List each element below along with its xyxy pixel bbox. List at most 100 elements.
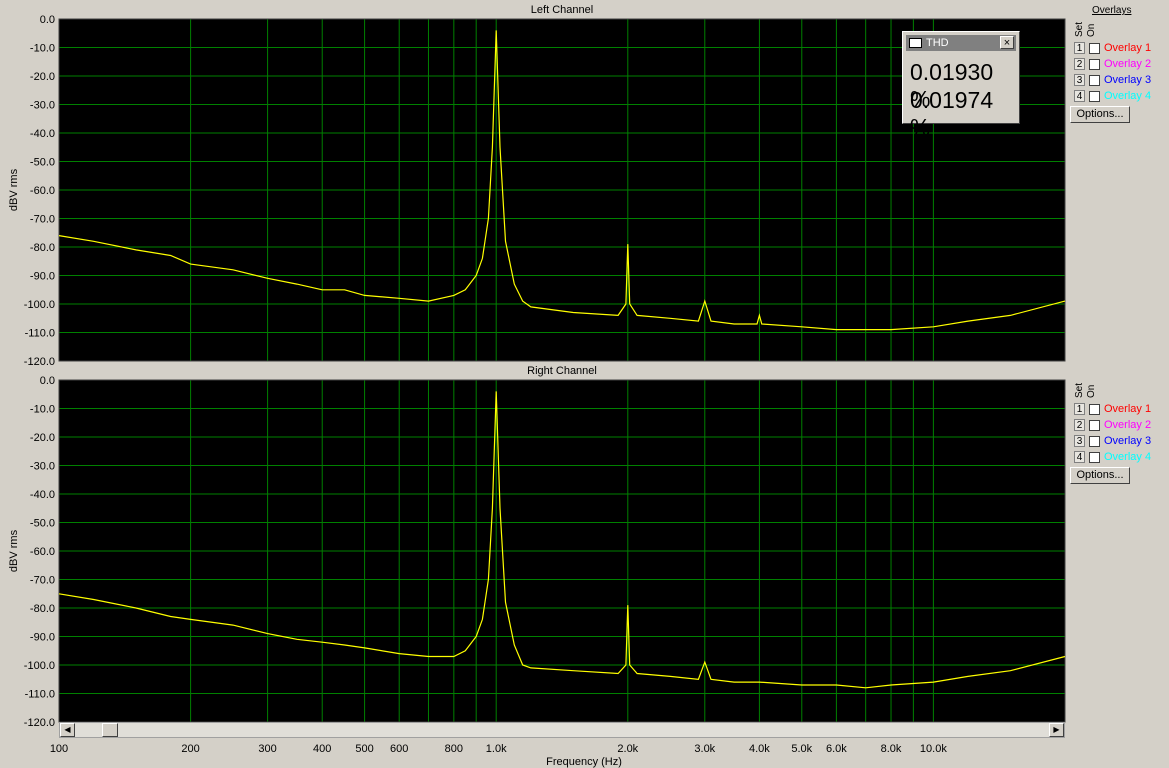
overlay-label: Overlay 4 [1104, 90, 1152, 102]
overlay-checkbox[interactable] [1089, 42, 1100, 54]
sine-wave-icon[interactable] [1038, 22, 1064, 42]
overlay-label: Overlay 1 [1104, 42, 1152, 54]
overlay-panel-left: Overlays Set On 1 Overlay 1 2 Overlay 2 … [1068, 5, 1169, 145]
x-tick-label: 800 [445, 743, 463, 755]
x-tick-label: 500 [355, 743, 373, 755]
overlay-set-button[interactable]: 2 [1074, 58, 1085, 70]
overlay-checkbox[interactable] [1089, 58, 1100, 70]
y-axis-label: dBV rms [8, 168, 20, 211]
scroll-thumb[interactable] [102, 723, 118, 737]
close-icon[interactable]: × [1000, 36, 1014, 49]
y-tick-label: -60.0 [30, 546, 55, 558]
y-tick-label: -120.0 [24, 356, 55, 368]
overlay-label: Overlay 3 [1104, 435, 1152, 447]
overlay-set-button[interactable]: 3 [1074, 435, 1085, 447]
y-tick-label: -90.0 [30, 632, 55, 644]
overlay-label: Overlay 3 [1104, 74, 1152, 86]
y-tick-label: -80.0 [30, 242, 55, 254]
overlay-checkbox[interactable] [1089, 90, 1100, 102]
overlay-checkbox[interactable] [1089, 435, 1100, 447]
x-tick-label: 4.0k [749, 743, 770, 755]
overlay-set-button[interactable]: 1 [1074, 403, 1085, 415]
y-tick-label: -20.0 [30, 71, 55, 83]
overlay-row-1: 1 Overlay 1 [1074, 402, 1151, 416]
y-tick-label: -80.0 [30, 603, 55, 615]
y-tick-label: -110.0 [25, 328, 55, 340]
st-icon[interactable]: S T [1024, 22, 1038, 42]
overlay-checkbox[interactable] [1089, 74, 1100, 86]
overlay-label: Overlay 2 [1104, 419, 1152, 431]
y-tick-label: -100.0 [24, 299, 55, 311]
overlays-heading: Overlays [1092, 5, 1132, 16]
x-tick-label: 1.0k [486, 743, 507, 755]
thd-title: THD [926, 37, 949, 49]
thd-titlebar[interactable]: THD × [906, 35, 1016, 51]
on-column-label: On [1086, 384, 1097, 398]
overlay-row-3: 3 Overlay 3 [1074, 434, 1151, 448]
y-tick-label: -40.0 [30, 489, 55, 501]
y-tick-label: -120.0 [24, 717, 55, 729]
overlay-set-button[interactable]: 2 [1074, 419, 1085, 431]
y-tick-label: -30.0 [30, 100, 55, 112]
overlay-label: Overlay 1 [1104, 403, 1152, 415]
overlay-checkbox[interactable] [1089, 419, 1100, 431]
x-tick-label: 2.0k [617, 743, 638, 755]
y-tick-label: -10.0 [30, 43, 55, 55]
overlay-panel-right: Set On 1 Overlay 1 2 Overlay 2 3 Overlay… [1068, 366, 1169, 506]
overlay-label: Overlay 2 [1104, 58, 1152, 70]
y-tick-label: -90.0 [30, 271, 55, 283]
overlay-set-button[interactable]: 4 [1074, 451, 1085, 463]
scroll-right-icon[interactable]: ▶ [1049, 723, 1064, 737]
y-tick-label: -10.0 [30, 404, 55, 416]
overlay-set-button[interactable]: 3 [1074, 74, 1085, 86]
y-tick-label: -70.0 [30, 575, 55, 587]
y-axis-label: dBV rms [8, 529, 20, 572]
y-tick-label: -110.0 [25, 689, 55, 701]
set-column-label: Set [1074, 21, 1085, 37]
chart-title: Right Channel [527, 365, 597, 377]
overlay-set-button[interactable]: 4 [1074, 90, 1085, 102]
thd-meter[interactable]: THD × 0.01930 % 0.01974 % [902, 31, 1020, 140]
overlay-row-4: 4 Overlay 4 [1074, 89, 1151, 103]
svg-text:T: T [1025, 32, 1032, 42]
x-tick-label: 400 [313, 743, 331, 755]
y-tick-label: -100.0 [24, 660, 55, 672]
overlay-checkbox[interactable] [1089, 451, 1100, 463]
x-tick-label: 600 [390, 743, 408, 755]
options-button[interactable]: Options... [1070, 467, 1130, 484]
options-button[interactable]: Options... [1070, 106, 1130, 123]
overlay-label: Overlay 4 [1104, 451, 1152, 463]
y-tick-label: -30.0 [30, 461, 55, 473]
meter-icon [909, 38, 922, 48]
overlay-row-3: 3 Overlay 3 [1074, 73, 1151, 87]
y-tick-label: -60.0 [30, 185, 55, 197]
y-tick-label: -50.0 [30, 518, 55, 530]
x-tick-label: 3.0k [694, 743, 715, 755]
x-tick-label: 10.0k [920, 743, 947, 755]
x-tick-label: 6.0k [826, 743, 847, 755]
overlay-set-button[interactable]: 1 [1074, 42, 1085, 54]
overlay-row-2: 2 Overlay 2 [1074, 418, 1151, 432]
chart-title: Left Channel [531, 4, 593, 16]
overlay-checkbox[interactable] [1089, 403, 1100, 415]
y-tick-label: -20.0 [30, 432, 55, 444]
overlay-row-4: 4 Overlay 4 [1074, 450, 1151, 464]
set-column-label: Set [1074, 382, 1085, 398]
overlay-row-1: 1 Overlay 1 [1074, 41, 1151, 55]
scroll-left-icon[interactable]: ◀ [60, 723, 75, 737]
y-tick-label: -40.0 [30, 128, 55, 140]
y-tick-label: 0.0 [40, 375, 55, 387]
overlay-row-2: 2 Overlay 2 [1074, 57, 1151, 71]
horizontal-scrollbar[interactable]: ◀ ▶ [59, 722, 1065, 738]
y-tick-label: 0.0 [40, 14, 55, 26]
x-tick-label: 300 [258, 743, 276, 755]
x-tick-label: 5.0k [791, 743, 812, 755]
thd-value-right: 0.01974 % [910, 87, 994, 140]
y-tick-label: -50.0 [30, 157, 55, 169]
x-tick-label: 8.0k [881, 743, 902, 755]
on-column-label: On [1086, 23, 1097, 37]
x-tick-label: 100 [50, 743, 68, 755]
x-tick-label: 200 [181, 743, 199, 755]
x-axis-label: Frequency (Hz) [546, 756, 622, 768]
y-tick-label: -70.0 [30, 214, 55, 226]
